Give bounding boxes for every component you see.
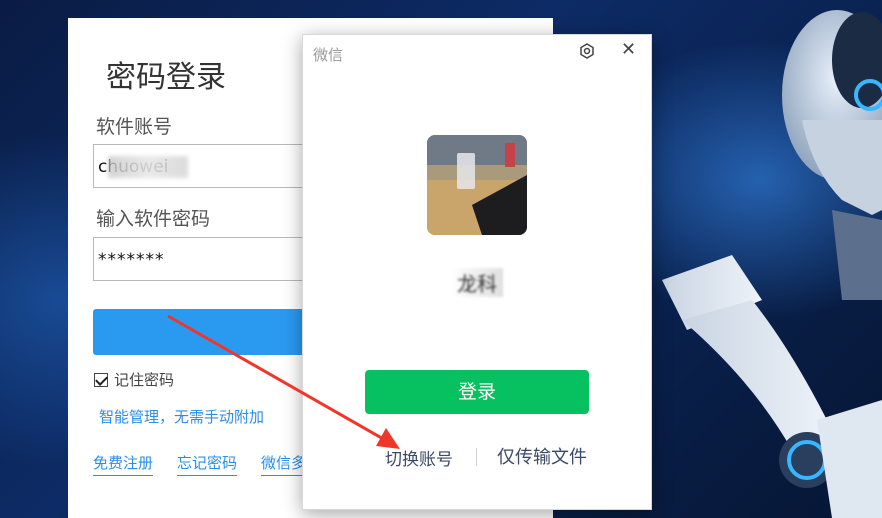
gear-icon[interactable] (579, 43, 595, 59)
page-title: 密码登录 (106, 60, 226, 95)
account-blur-mask (108, 156, 188, 178)
remember-label: 记住密码 (114, 371, 175, 389)
divider (476, 448, 477, 466)
avatar-photo (427, 135, 527, 235)
forgot-password-link[interactable]: 忘记密码 (177, 452, 238, 476)
remember-password[interactable]: 记住密码 (94, 369, 174, 390)
avatar (427, 135, 527, 235)
user-name: 龙科 (451, 268, 503, 297)
wechat-login-dialog: 微信 ✕ 龙科 登录 切换账号 仅传输文件 (302, 34, 652, 510)
wechat-link[interactable]: 微信多 (261, 452, 307, 476)
transfer-files-only-link[interactable]: 仅传输文件 (497, 443, 587, 469)
account-label: 软件账号 (96, 116, 173, 138)
switch-account-link[interactable]: 切换账号 (385, 445, 453, 470)
robot-illustration (662, 10, 882, 518)
password-label: 输入软件密码 (96, 208, 211, 230)
dialog-title: 微信 (313, 46, 344, 64)
remember-checkbox[interactable] (94, 372, 108, 387)
register-link[interactable]: 免费注册 (93, 452, 154, 476)
close-icon[interactable]: ✕ (621, 39, 636, 60)
smart-manage-link[interactable]: 智能管理，无需手动附加 (99, 406, 264, 427)
wechat-login-button[interactable]: 登录 (365, 370, 589, 414)
footer-links: 免费注册 忘记密码 微信多 (93, 452, 307, 476)
